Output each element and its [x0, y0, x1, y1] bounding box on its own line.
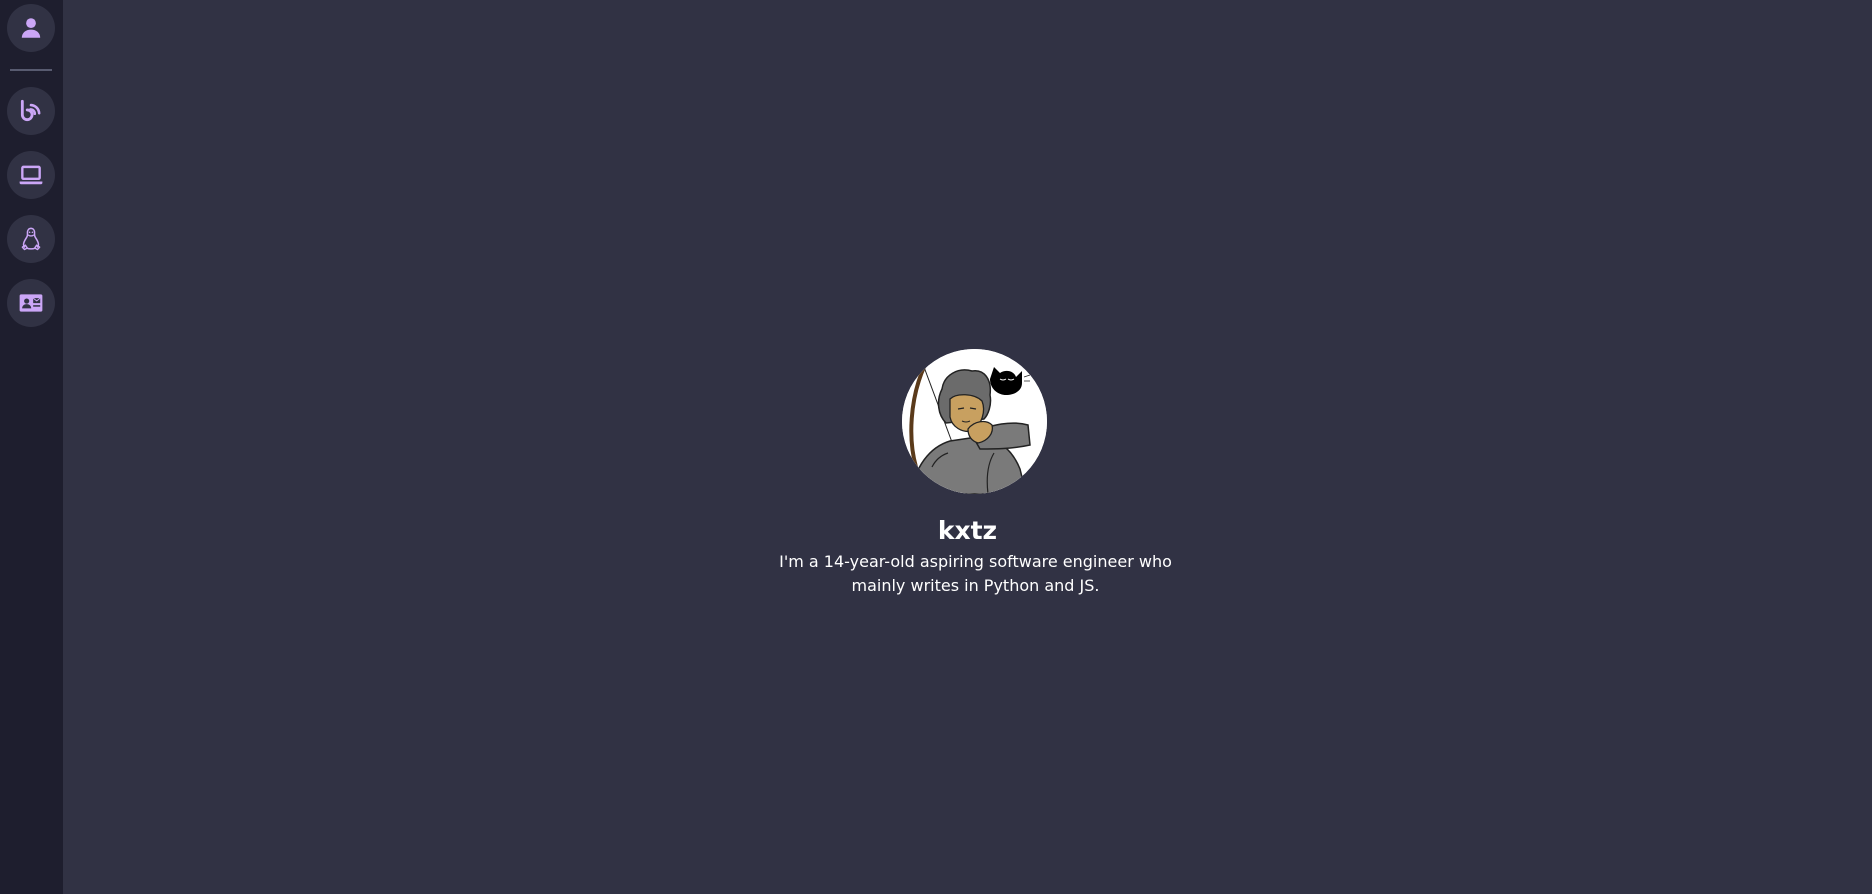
sidebar-item-about[interactable] [7, 4, 55, 52]
main-content: kxtz I'm a 14-year-old aspiring software… [63, 0, 1872, 894]
avatar-drawing-image [902, 349, 1047, 494]
sidebar-item-projects[interactable] [7, 151, 55, 199]
sidebar-item-contact[interactable] [7, 279, 55, 327]
sidebar-item-blog[interactable] [7, 87, 55, 135]
laptop-icon [19, 165, 43, 185]
profile-avatar [902, 349, 1047, 494]
sidebar-item-linux[interactable] [7, 215, 55, 263]
linux-tux-icon [21, 227, 41, 251]
profile-bio: I'm a 14-year-old aspiring software engi… [779, 552, 1172, 595]
user-icon [21, 18, 41, 38]
sidebar [0, 0, 63, 894]
blog-feed-icon [20, 99, 41, 122]
contact-card-icon [19, 294, 43, 312]
profile-name: kxtz [937, 516, 998, 545]
sidebar-divider [10, 69, 52, 71]
